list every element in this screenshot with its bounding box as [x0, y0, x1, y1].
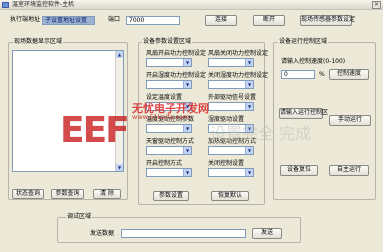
param-combo[interactable]: ▼	[146, 102, 192, 111]
status-query-button[interactable]: 状态查询	[12, 189, 44, 199]
send-button[interactable]: 发送	[252, 228, 282, 239]
chevron-down-icon[interactable]: ▼	[183, 103, 191, 110]
param-label: 开启湿度功力控制设定	[146, 72, 207, 79]
chevron-down-icon[interactable]: ▼	[183, 147, 191, 154]
send-data-label: 发送数据	[90, 230, 115, 237]
param-combo[interactable]: ▼	[208, 168, 254, 177]
chevron-down-icon[interactable]: ▼	[245, 147, 253, 154]
auto-run-button[interactable]: 自主运行	[329, 165, 369, 176]
manual-run-button[interactable]: 手动运行	[329, 115, 371, 126]
param-setting-title: 设备参数设置区域	[142, 38, 193, 45]
param-label: 设定温度设置	[146, 94, 183, 101]
speed-prompt: 请输入控制速度(0-100)	[281, 58, 346, 65]
param-label: 温度驱动控制参数	[146, 116, 195, 123]
scroll-up-icon[interactable]: ▲	[116, 51, 123, 58]
param-combo[interactable]: ▼	[146, 124, 192, 133]
param-query-button[interactable]: 参数查询	[51, 189, 84, 199]
param-label: 关闭湿度功力控制设定	[208, 72, 269, 79]
close-icon[interactable]: ×	[372, 1, 381, 9]
param-combo[interactable]: ▼	[208, 146, 254, 155]
debug-title: 调试区域	[66, 213, 93, 220]
disconnect-button[interactable]: 断开	[253, 15, 285, 26]
speed-control-button[interactable]: 控制速度	[329, 69, 369, 80]
chevron-down-icon[interactable]: ▼	[183, 81, 191, 88]
percent-unit: %	[319, 71, 325, 78]
chevron-down-icon[interactable]: ▼	[245, 81, 253, 88]
data-display-list[interactable]: ▲ ▼	[12, 50, 124, 172]
chevron-down-icon[interactable]: ▼	[245, 125, 253, 132]
window-title: 温室环境监控软件-主机	[12, 1, 75, 8]
connect-button[interactable]: 连接	[205, 15, 237, 26]
server-address-field[interactable]: 子设置地址设置	[42, 16, 95, 25]
chevron-down-icon[interactable]: ▼	[245, 103, 253, 110]
param-combo[interactable]: ▼	[146, 168, 192, 177]
clear-button[interactable]: 清 除	[93, 189, 121, 199]
scroll-down-icon[interactable]: ▼	[116, 164, 123, 171]
chevron-down-icon[interactable]: ▼	[183, 169, 191, 176]
param-label: 风扇关闭功力控制设定	[208, 50, 269, 57]
chevron-down-icon[interactable]: ▼	[245, 169, 253, 176]
param-combo[interactable]: ▼	[208, 58, 254, 67]
param-label: 湿度驱动设置	[208, 116, 245, 123]
param-label: 外部驱动信号设置	[208, 94, 257, 101]
run-input-button[interactable]: 请输入运行控制区	[279, 108, 328, 119]
chevron-down-icon[interactable]: ▼	[183, 59, 191, 66]
param-label: 加热驱动控制方式	[208, 138, 257, 145]
chevron-down-icon[interactable]: ▼	[245, 59, 253, 66]
run-control-title: 设备运行控制区域	[278, 38, 329, 45]
app-icon	[2, 2, 9, 8]
device-reset-button[interactable]: 设备复位	[280, 165, 318, 176]
port-field[interactable]: 7000	[126, 16, 180, 25]
param-label: 开启控制方式	[146, 160, 183, 167]
speed-input[interactable]: 0	[281, 70, 315, 79]
param-label: 关闭控制设置	[208, 160, 245, 167]
title-bar: 温室环境监控软件-主机 ×	[0, 0, 383, 10]
param-combo[interactable]: ▼	[208, 80, 254, 89]
param-combo[interactable]: ▼	[208, 102, 254, 111]
data-display-title: 现场数据显示区域	[13, 38, 64, 45]
list-scrollbar[interactable]: ▲ ▼	[115, 51, 123, 171]
chevron-down-icon[interactable]: ▼	[183, 125, 191, 132]
param-combo[interactable]: ▼	[146, 58, 192, 67]
send-data-field[interactable]	[121, 229, 246, 238]
param-combo[interactable]: ▼	[146, 146, 192, 155]
param-label: 风扇开启功力控制设定	[146, 50, 207, 57]
server-address-label: 执行端地址	[10, 16, 41, 23]
sensor-setup-button[interactable]: 现场传感器参数设定	[300, 15, 355, 26]
param-set-button[interactable]: 参数设置	[153, 191, 189, 201]
param-combo[interactable]: ▼	[208, 124, 254, 133]
param-combo[interactable]: ▼	[146, 80, 192, 89]
restore-default-button[interactable]: 恢复默认	[211, 191, 249, 201]
param-label: 天窗驱动控制方式	[146, 138, 195, 145]
port-label: 端口	[108, 16, 121, 23]
